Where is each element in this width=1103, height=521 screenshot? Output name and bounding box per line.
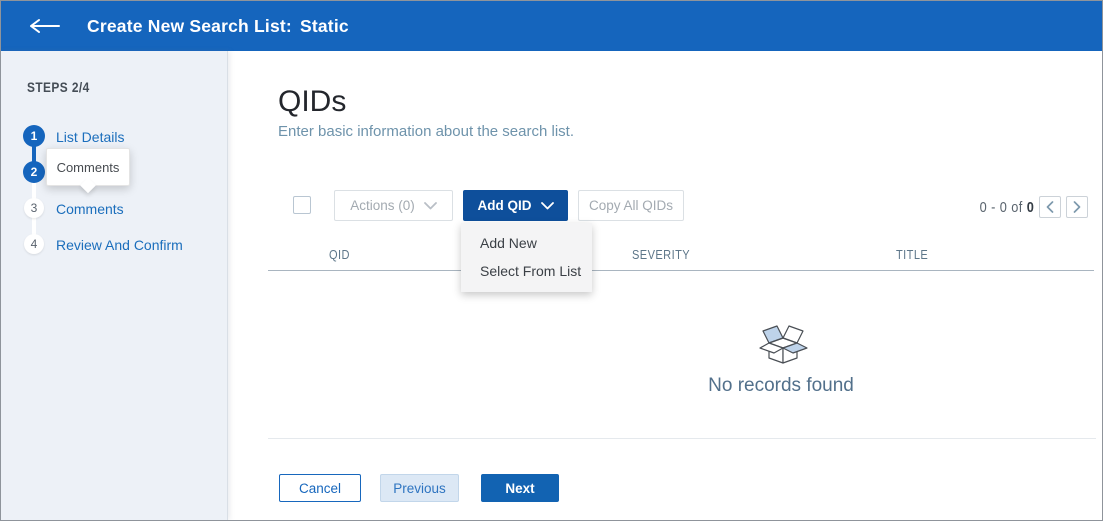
sidebar-item-list-details[interactable]: List Details xyxy=(56,129,124,145)
chevron-down-icon xyxy=(540,201,554,209)
chevron-right-icon xyxy=(1073,201,1081,213)
window-title: Create New Search List: Static xyxy=(87,16,349,37)
page-subtitle: Enter basic information about the search… xyxy=(278,123,574,140)
header-bar: Create New Search List: Static xyxy=(1,1,1102,51)
copy-all-qids-button[interactable]: Copy All QIDs xyxy=(578,190,684,221)
add-qid-dropdown-menu: Add New Select From List xyxy=(461,223,592,292)
select-all-checkbox[interactable] xyxy=(293,196,311,214)
sidebar-item-review-and-confirm[interactable]: Review And Confirm xyxy=(56,237,183,253)
table-header-divider xyxy=(268,270,1094,271)
pagination-range: 0 - 0 of 0 xyxy=(979,198,1034,216)
page-title: QIDs xyxy=(278,85,347,118)
menu-item-add-new[interactable]: Add New xyxy=(461,229,592,257)
window-title-mode: Static xyxy=(299,15,349,36)
next-page-button[interactable] xyxy=(1066,196,1088,218)
step-tooltip: Comments xyxy=(46,148,130,186)
chevron-left-icon xyxy=(1046,201,1054,213)
sidebar-item-comments[interactable]: Comments xyxy=(56,201,124,217)
steps-progress-label: STEPS 2/4 xyxy=(27,79,90,95)
previous-button[interactable]: Previous xyxy=(380,474,459,502)
step-circle-4[interactable]: 4 xyxy=(24,234,44,254)
steps-sidebar: STEPS 2/4 1 2 3 4 List Details Comments … xyxy=(1,51,228,520)
window-title-text: Create New Search List: xyxy=(87,15,292,36)
footer-divider xyxy=(268,438,1096,439)
column-header-severity[interactable]: SEVERITY xyxy=(632,247,700,262)
step-circle-3[interactable]: 3 xyxy=(24,198,44,218)
pagination-total: 0 xyxy=(1026,198,1034,216)
previous-page-button[interactable] xyxy=(1039,196,1061,218)
add-qid-button-label: Add QID xyxy=(477,198,532,213)
copy-all-qids-label: Copy All QIDs xyxy=(588,198,674,213)
chevron-down-icon xyxy=(423,201,437,209)
add-qid-button[interactable]: Add QID xyxy=(463,190,568,221)
cancel-button[interactable]: Cancel xyxy=(279,474,361,502)
back-button[interactable] xyxy=(29,18,61,34)
column-header-title[interactable]: TITLE xyxy=(896,247,934,262)
step-circle-1[interactable]: 1 xyxy=(23,125,45,147)
open-box-icon xyxy=(755,317,811,370)
actions-button-label: Actions (0) xyxy=(350,198,415,213)
menu-item-select-from-list[interactable]: Select From List xyxy=(461,257,592,285)
actions-button[interactable]: Actions (0) xyxy=(334,190,453,221)
empty-state-message: No records found xyxy=(708,375,854,396)
next-button[interactable]: Next xyxy=(481,474,559,502)
create-search-list-window: Create New Search List: Static STEPS 2/4 … xyxy=(0,0,1103,521)
pagination: 0 - 0 of 0 xyxy=(970,196,1088,218)
column-header-qid[interactable]: QID xyxy=(329,247,354,262)
step-circle-2[interactable]: 2 xyxy=(23,161,45,183)
back-arrow-icon xyxy=(30,19,60,33)
